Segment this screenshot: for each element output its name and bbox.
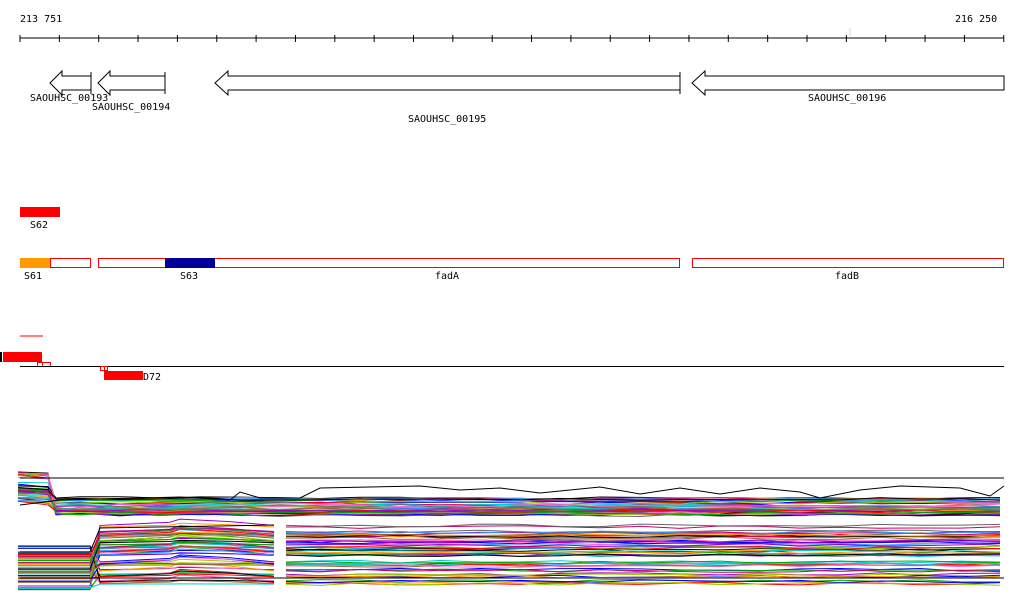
read-track: D72 xyxy=(0,335,1004,383)
feature-fadb[interactable] xyxy=(692,258,1004,268)
read-label: D72 xyxy=(143,372,161,383)
feature-s61[interactable] xyxy=(20,258,50,268)
gene-arrow-00196[interactable] xyxy=(691,69,1005,97)
feature-label: S61 xyxy=(24,271,42,282)
gene-arrow-00194[interactable] xyxy=(97,69,166,97)
feature-s63[interactable] xyxy=(165,258,215,268)
read-block-d72[interactable] xyxy=(104,371,143,380)
read-edge xyxy=(0,352,2,362)
feature-s62[interactable] xyxy=(20,207,60,217)
genome-browser: 213 751 216 250 SAOUHSC_00193 SAOUHSC_00… xyxy=(0,0,1024,611)
gene-arrow-00193[interactable] xyxy=(49,69,92,97)
feature-track: S62 S61 S63 fadA fadB xyxy=(20,207,1004,282)
gene-label: SAOUHSC_00196 xyxy=(808,93,886,104)
feature-label: fadA xyxy=(435,271,459,282)
gene-arrow-00195[interactable] xyxy=(214,69,681,97)
feature-label: S62 xyxy=(30,220,48,231)
browser-canvas[interactable]: 213 751 216 250 SAOUHSC_00193 SAOUHSC_00… xyxy=(0,0,1024,611)
read-block[interactable] xyxy=(3,352,42,362)
feature-label: S63 xyxy=(180,271,198,282)
gene-label: SAOUHSC_00194 xyxy=(92,102,170,113)
ruler: 213 751 216 250 xyxy=(19,14,1005,42)
ruler-end: 216 250 xyxy=(955,14,997,25)
gene-label: SAOUHSC_00195 xyxy=(408,114,486,125)
feature-label: fadB xyxy=(835,271,859,282)
ruler-start: 213 751 xyxy=(20,14,62,25)
gene-track: SAOUHSC_00193 SAOUHSC_00194 SAOUHSC_0019… xyxy=(30,69,1005,125)
feature-box[interactable] xyxy=(50,258,91,268)
coverage-track xyxy=(17,471,1005,591)
